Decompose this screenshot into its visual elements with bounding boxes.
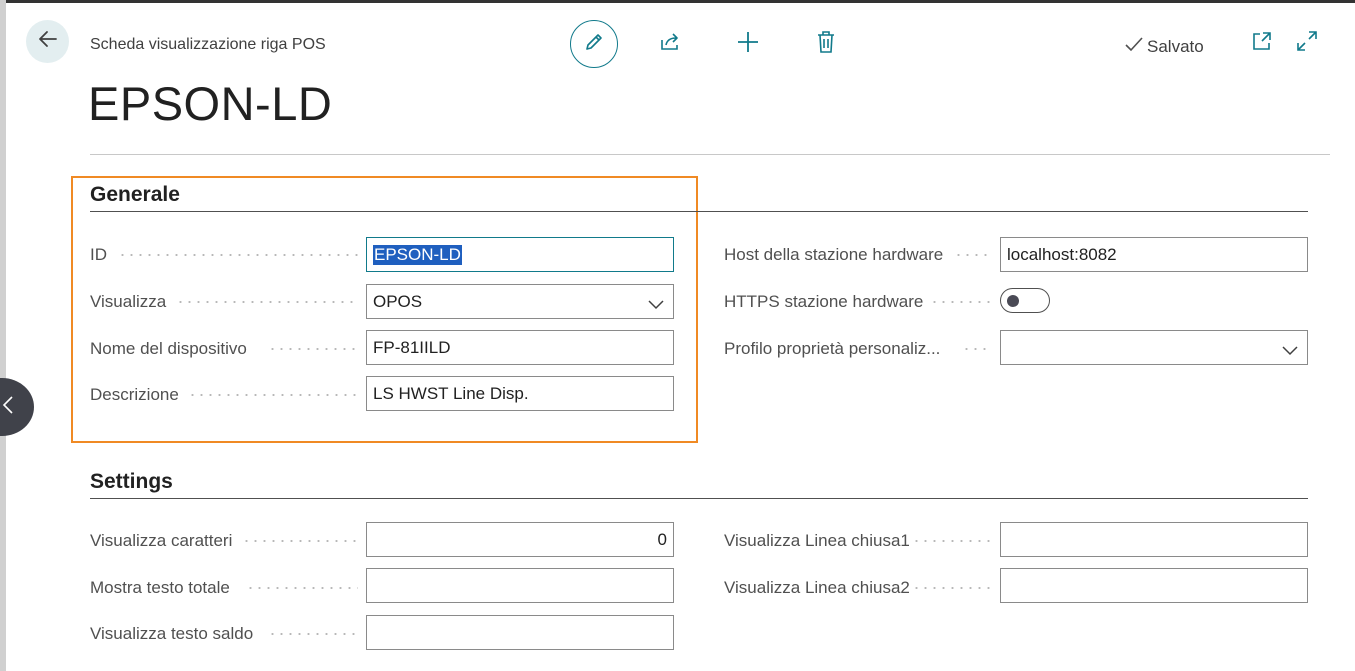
pencil-icon [583, 31, 605, 58]
visualizza-select[interactable]: OPOS [366, 284, 674, 319]
expand-icon [1296, 30, 1318, 57]
saved-label: Salvato [1147, 36, 1204, 56]
https-toggle[interactable] [1000, 288, 1050, 313]
top-border [0, 0, 1355, 3]
visualizza-testo-saldo-field[interactable] [366, 615, 674, 650]
arrow-left-icon [37, 28, 59, 55]
delete-button[interactable] [812, 30, 840, 58]
leader-dots [268, 633, 358, 635]
field-label-nome-dispositivo: Nome del dispositivo [90, 339, 247, 358]
section-divider-settings [90, 498, 1308, 499]
check-icon [1124, 35, 1144, 58]
left-edge-strip [0, 0, 6, 671]
page-title: EPSON-LD [88, 77, 333, 130]
linea-chiusa1-field[interactable] [1000, 522, 1308, 557]
leader-dots [246, 587, 358, 589]
chevron-down-icon [1282, 341, 1298, 361]
new-button[interactable] [734, 30, 762, 58]
chevron-down-icon [648, 295, 664, 315]
edit-button[interactable] [570, 20, 618, 68]
leader-dots [954, 254, 992, 256]
field-label-profilo: Profilo proprietà personaliz... [724, 339, 941, 358]
leader-dots [242, 540, 358, 542]
title-divider [90, 154, 1330, 155]
saved-status: Salvato [1124, 35, 1204, 58]
leader-dots [188, 394, 358, 396]
visualizza-caratteri-field[interactable]: 0 [366, 522, 674, 557]
trash-icon [815, 30, 837, 59]
host-field[interactable]: localhost:8082 [1000, 237, 1308, 272]
open-new-window-icon [1251, 30, 1273, 57]
section-title-generale[interactable]: Generale [90, 183, 180, 207]
back-button[interactable] [26, 20, 69, 63]
field-label-visualizza: Visualizza [90, 292, 167, 311]
descrizione-value: LS HWST Line Disp. [373, 383, 529, 403]
side-collapse-button[interactable] [0, 378, 34, 436]
field-label-https: HTTPS stazione hardware [724, 292, 924, 311]
profilo-select[interactable] [1000, 330, 1308, 365]
linea-chiusa2-field[interactable] [1000, 568, 1308, 603]
field-label-linea-chiusa2: Visualizza Linea chiusa2 [724, 578, 910, 597]
field-label-descrizione: Descrizione [90, 385, 179, 404]
nome-dispositivo-value: FP-81IILD [373, 337, 451, 357]
section-divider-generale [90, 211, 1308, 212]
leader-dots [268, 348, 358, 350]
share-icon [658, 30, 682, 59]
leader-dots [912, 540, 992, 542]
field-label-linea-chiusa1: Visualizza Linea chiusa1 [724, 531, 910, 550]
visualizza-caratteri-value: 0 [657, 529, 667, 549]
share-button[interactable] [656, 30, 684, 58]
section-title-settings[interactable]: Settings [90, 470, 173, 494]
field-label-id: ID [90, 245, 107, 264]
nome-dispositivo-field[interactable]: FP-81IILD [366, 330, 674, 365]
leader-dots [118, 254, 358, 256]
toggle-knob [1007, 295, 1019, 307]
leader-dots [176, 301, 358, 303]
id-field-value: EPSON-LD [373, 244, 462, 265]
leader-dots [912, 587, 992, 589]
field-label-visualizza-testo-saldo: Visualizza testo saldo [90, 624, 254, 643]
open-new-window-button[interactable] [1249, 30, 1275, 56]
leader-dots [930, 301, 992, 303]
visualizza-select-value: OPOS [373, 291, 423, 311]
chevron-left-icon [2, 395, 14, 420]
id-field[interactable]: EPSON-LD [366, 237, 674, 272]
mostra-testo-totale-field[interactable] [366, 568, 674, 603]
plus-icon [736, 30, 760, 59]
host-value: localhost:8082 [1007, 244, 1117, 264]
field-label-mostra-testo-totale: Mostra testo totale [90, 578, 230, 597]
descrizione-field[interactable]: LS HWST Line Disp. [366, 376, 674, 411]
expand-button[interactable] [1294, 30, 1320, 56]
breadcrumb: Scheda visualizzazione riga POS [90, 36, 326, 53]
field-label-host: Host della stazione hardware [724, 245, 944, 264]
field-label-visualizza-caratteri: Visualizza caratteri [90, 531, 233, 550]
leader-dots [962, 348, 992, 350]
